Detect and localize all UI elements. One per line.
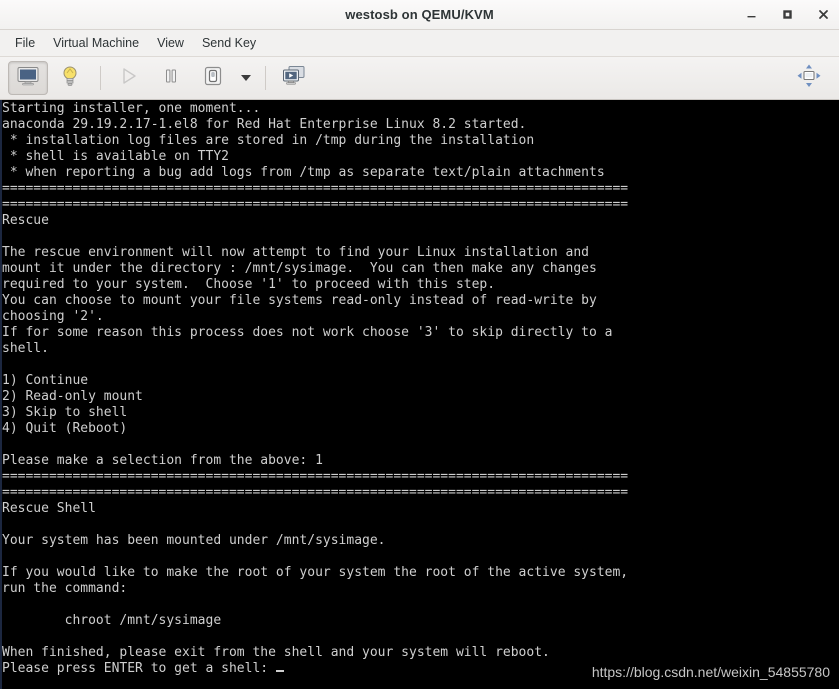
close-button[interactable]: [813, 5, 833, 25]
virt-manager-window: westosb on QEMU/KVM File Virtual Machine: [0, 0, 839, 689]
menu-view[interactable]: View: [148, 33, 193, 53]
terminal-line: 4) Quit (Reboot): [2, 421, 128, 436]
maximize-button[interactable]: [777, 5, 797, 25]
vm-console[interactable]: Starting installer, one moment... anacond…: [0, 100, 839, 689]
terminal-line: If for some reason this process does not…: [2, 325, 613, 340]
terminal-line: Starting installer, one moment...: [2, 101, 261, 116]
terminal-line: ========================================…: [2, 197, 629, 212]
terminal-line: You can choose to mount your file system…: [2, 293, 597, 308]
fullscreen-icon: [796, 63, 822, 94]
terminal-line: ========================================…: [2, 181, 629, 196]
snapshots-icon: [282, 65, 306, 92]
terminal-output: Starting installer, one moment... anacond…: [2, 101, 839, 689]
toolbar: [0, 57, 839, 100]
terminal-line: shell.: [2, 341, 49, 356]
pause-icon: [161, 66, 181, 91]
terminal-line: mount it under the directory : /mnt/sysi…: [2, 261, 597, 276]
watermark: https://blog.csdn.net/weixin_54855780: [591, 664, 830, 680]
terminal-line: 2) Read-only mount: [2, 389, 143, 404]
terminal-line: * installation log files are stored in /…: [2, 133, 535, 148]
power-icon: [202, 65, 224, 92]
terminal-line: * shell is available on TTY2: [2, 149, 229, 164]
terminal-line: ========================================…: [2, 469, 629, 484]
terminal-line: * when reporting a bug add logs from /tm…: [2, 165, 605, 180]
show-console-button[interactable]: [8, 61, 48, 95]
window-title: westosb on QEMU/KVM: [345, 7, 494, 22]
run-button[interactable]: [109, 61, 149, 95]
titlebar: westosb on QEMU/KVM: [0, 0, 839, 30]
terminal-line: chroot /mnt/sysimage: [2, 613, 222, 628]
minimize-button[interactable]: [741, 5, 761, 25]
terminal-line: Rescue: [2, 213, 49, 228]
play-icon: [119, 66, 139, 91]
terminal-line: Please make a selection from the above: …: [2, 453, 323, 468]
pause-button[interactable]: [151, 61, 191, 95]
terminal-line: Rescue Shell: [2, 501, 96, 516]
shutdown-button[interactable]: [193, 61, 233, 95]
monitor-icon: [17, 66, 39, 91]
show-details-button[interactable]: [50, 61, 90, 95]
toolbar-separator-1: [100, 66, 101, 90]
menu-send-key[interactable]: Send Key: [193, 33, 265, 53]
terminal-line: choosing '2'.: [2, 309, 104, 324]
toolbar-separator-2: [265, 66, 266, 90]
terminal-line: The rescue environment will now attempt …: [2, 245, 589, 260]
terminal-line: When finished, please exit from the shel…: [2, 645, 550, 660]
terminal-cursor: [275, 670, 284, 672]
terminal-line: run the command:: [2, 581, 128, 596]
terminal-line: ========================================…: [2, 485, 629, 500]
terminal-line: 1) Continue: [2, 373, 89, 388]
snapshots-button[interactable]: [274, 61, 314, 95]
terminal-line: Your system has been mounted under /mnt/…: [2, 533, 386, 548]
menu-virtual-machine[interactable]: Virtual Machine: [44, 33, 148, 53]
menu-file[interactable]: File: [6, 33, 44, 53]
terminal-line: anaconda 29.19.2.17-1.el8 for Red Hat En…: [2, 117, 527, 132]
terminal-line: If you would like to make the root of yo…: [2, 565, 629, 580]
terminal-line: required to your system. Choose '1' to p…: [2, 277, 496, 292]
shutdown-options-button[interactable]: [235, 62, 257, 94]
terminal-line: 3) Skip to shell: [2, 405, 128, 420]
chevron-down-icon: [240, 69, 252, 87]
fullscreen-button[interactable]: [789, 61, 829, 95]
menubar: File Virtual Machine View Send Key: [0, 30, 839, 57]
lightbulb-icon: [60, 65, 80, 92]
window-controls: [741, 0, 833, 29]
